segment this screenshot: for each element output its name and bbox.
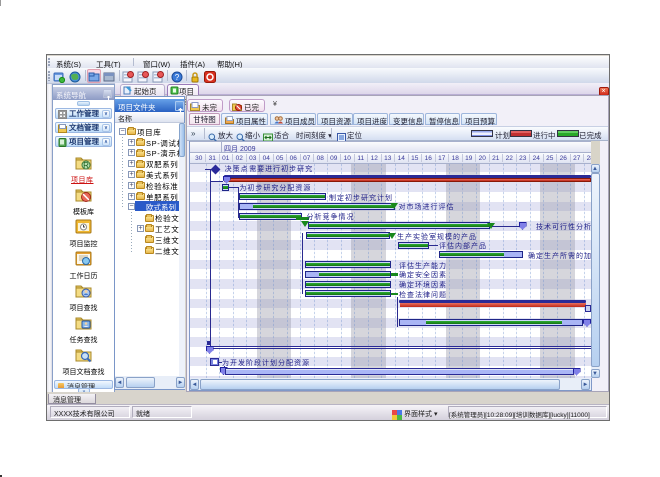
svg-text:?: ? — [174, 73, 179, 82]
svg-text:R: R — [83, 161, 89, 170]
